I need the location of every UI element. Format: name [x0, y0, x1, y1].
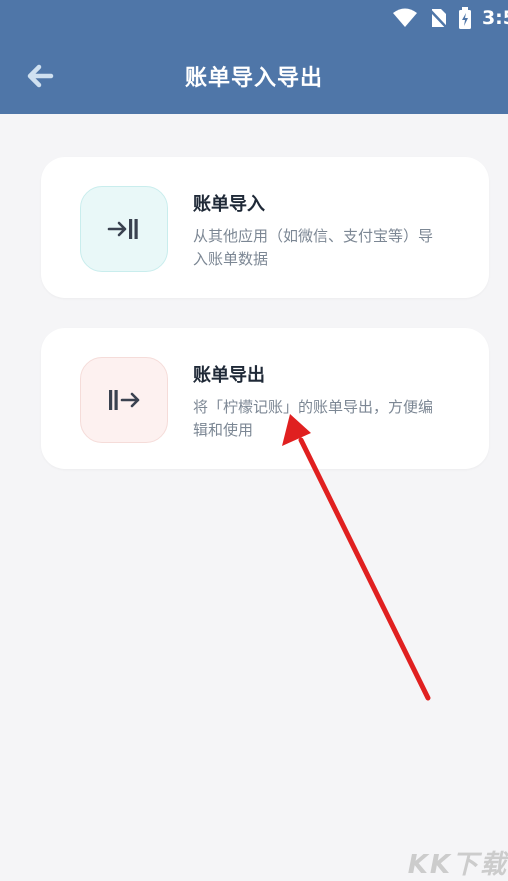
- wifi-icon: [392, 8, 417, 27]
- clock: 3:5: [481, 7, 508, 29]
- import-icon-box: [80, 186, 168, 272]
- battery-icon: [458, 7, 471, 29]
- watermark: KK下载: [407, 850, 508, 880]
- import-card-description: 从其他应用（如微信、支付宝等）导入账单数据: [193, 227, 434, 268]
- import-bill-card[interactable]: 账单导入 从其他应用（如微信、支付宝等）导入账单数据: [41, 157, 489, 298]
- import-icon: [107, 219, 138, 239]
- page-title: 账单导入导出: [184, 66, 323, 91]
- export-card-description: 将「柠檬记账」的账单导出，方便编辑和使用: [193, 398, 434, 439]
- export-icon-box: [80, 357, 168, 443]
- export-bill-card[interactable]: 账单导出 将「柠檬记账」的账单导出，方便编辑和使用: [41, 328, 489, 469]
- export-icon: [109, 390, 140, 410]
- export-card-title: 账单导出: [193, 365, 265, 386]
- no-sim-icon: [428, 8, 448, 29]
- status-bar: 3:5: [0, 0, 508, 38]
- status-icons: 3:5: [392, 6, 508, 30]
- app-bar: 账单导入导出: [0, 38, 508, 114]
- import-card-title: 账单导入: [193, 194, 265, 215]
